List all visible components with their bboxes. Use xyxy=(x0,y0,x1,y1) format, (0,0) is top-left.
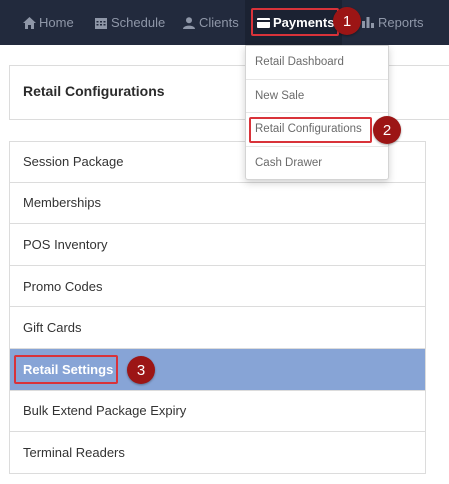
list-item-bulk-extend[interactable]: Bulk Extend Package Expiry xyxy=(9,390,426,433)
nav-clients-label: Clients xyxy=(199,15,239,30)
callout-3: 3 xyxy=(127,356,155,384)
list-item-pos-inventory[interactable]: POS Inventory xyxy=(9,224,426,266)
dropdown-item-retail-dashboard[interactable]: Retail Dashboard xyxy=(246,46,388,80)
nav-schedule[interactable]: Schedule xyxy=(94,0,165,45)
nav-home[interactable]: Home xyxy=(22,0,74,45)
config-list: Session Package Memberships POS Inventor… xyxy=(9,141,426,474)
list-item-gift-cards[interactable]: Gift Cards xyxy=(9,307,426,349)
list-item-promo-codes[interactable]: Promo Codes xyxy=(9,265,426,308)
nav-reports-label: Reports xyxy=(378,15,424,30)
list-item-terminal-readers[interactable]: Terminal Readers xyxy=(9,432,426,474)
bar-chart-icon xyxy=(361,16,375,30)
retail-settings-highlight xyxy=(14,355,118,384)
retail-config-highlight xyxy=(249,117,372,143)
nav-reports[interactable]: Reports xyxy=(361,0,424,45)
nav-clients[interactable]: Clients xyxy=(182,0,239,45)
payments-highlight xyxy=(251,8,339,36)
home-icon xyxy=(22,16,36,30)
page-title: Retail Configurations xyxy=(23,83,165,99)
callout-1: 1 xyxy=(333,7,361,35)
callout-2: 2 xyxy=(373,116,401,144)
calendar-icon xyxy=(94,16,108,30)
dropdown-item-new-sale[interactable]: New Sale xyxy=(246,80,388,113)
nav-schedule-label: Schedule xyxy=(111,15,166,30)
top-navbar: Home Schedule Clients Payments Reports xyxy=(0,0,449,45)
payments-dropdown: Retail Dashboard New Sale Retail Configu… xyxy=(245,45,389,180)
list-item-memberships[interactable]: Memberships xyxy=(9,182,426,225)
nav-home-label: Home xyxy=(39,15,74,30)
user-icon xyxy=(182,16,196,30)
dropdown-item-cash-drawer[interactable]: Cash Drawer xyxy=(246,147,388,181)
